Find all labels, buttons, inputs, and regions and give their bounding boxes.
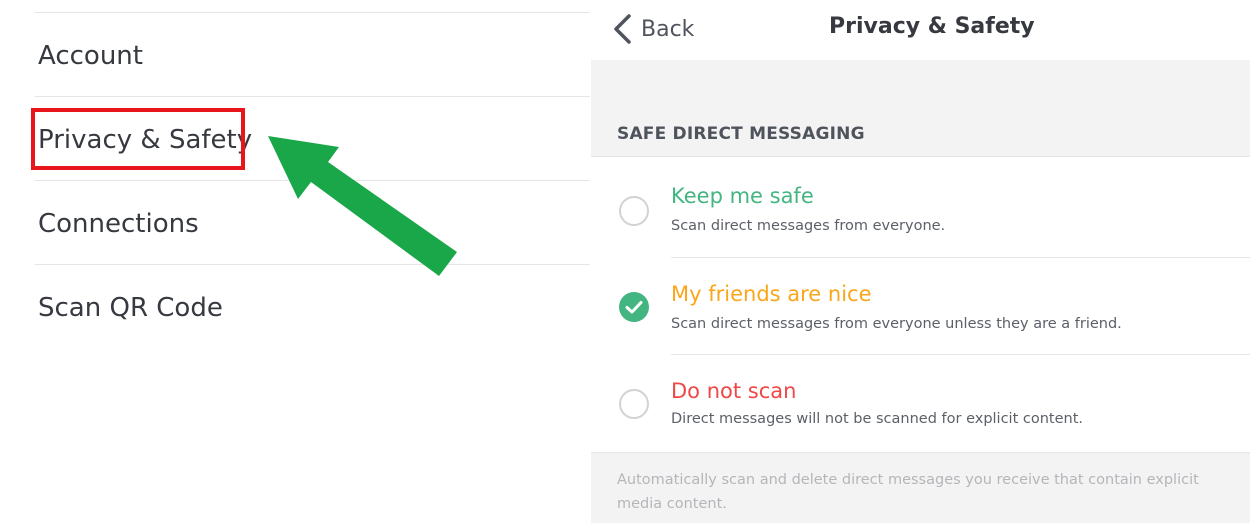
green-arrow-annotation (268, 136, 457, 276)
option-title: My friends are nice (671, 282, 872, 306)
option-title: Do not scan (671, 379, 797, 403)
back-label: Back (641, 16, 695, 42)
option-description: Scan direct messages from everyone unles… (671, 316, 1122, 332)
chevron-left-icon (614, 14, 631, 44)
option-description: Direct messages will not be scanned for … (671, 411, 1083, 427)
page-title: Privacy & Safety (829, 14, 1035, 39)
menu-item-connections[interactable]: Connections (38, 209, 199, 239)
section-divider (591, 156, 1250, 157)
menu-item-account[interactable]: Account (38, 41, 143, 71)
highlight-box (31, 108, 245, 170)
menu-item-scan-qr-code[interactable]: Scan QR Code (38, 293, 223, 323)
radio-checked-icon[interactable] (619, 292, 649, 322)
option-my-friends-are-nice[interactable]: My friends are nice Scan direct messages… (591, 258, 1250, 354)
privacy-safety-screen: Back Privacy & Safety SAFE DIRECT MESSAG… (591, 0, 1250, 523)
option-do-not-scan[interactable]: Do not scan Direct messages will not be … (591, 355, 1250, 451)
settings-menu-panel: Account Privacy & Safety Connections Sca… (0, 0, 590, 523)
option-title: Keep me safe (671, 184, 814, 208)
radio-unchecked-icon[interactable] (619, 196, 649, 226)
check-icon (625, 301, 643, 314)
footer-help-text: Automatically scan and delete direct mes… (617, 472, 1199, 512)
menu-divider (35, 96, 590, 97)
section-title: SAFE DIRECT MESSAGING (617, 124, 865, 144)
menu-divider (35, 180, 590, 181)
option-description: Scan direct messages from everyone. (671, 218, 946, 234)
menu-divider (35, 264, 590, 265)
option-keep-me-safe[interactable]: Keep me safe Scan direct messages from e… (591, 160, 1250, 256)
radio-unchecked-icon[interactable] (619, 389, 649, 419)
back-button[interactable]: Back (611, 12, 694, 46)
nav-bar: Back Privacy & Safety (591, 0, 1250, 60)
screenshot-stage: Account Privacy & Safety Connections Sca… (0, 0, 1250, 523)
menu-top-divider (35, 12, 590, 13)
